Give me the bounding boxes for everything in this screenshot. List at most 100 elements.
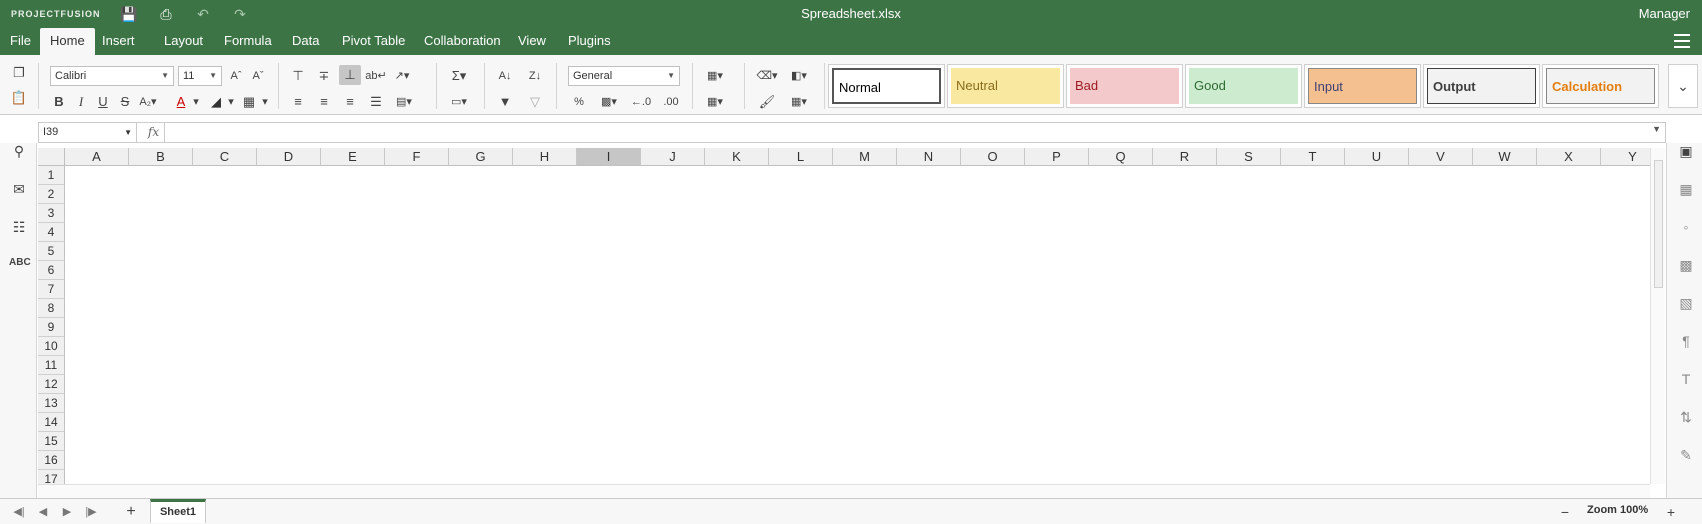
named-ranges-icon[interactable]: ▭▾ bbox=[448, 92, 470, 112]
style-neutral[interactable]: Neutral bbox=[947, 64, 1064, 108]
menu-plugins[interactable]: Plugins bbox=[558, 28, 621, 55]
merge-cells-icon[interactable]: ▤▾ bbox=[393, 92, 415, 112]
copy-style-icon[interactable]: 🖌 bbox=[756, 92, 778, 112]
align-left-icon[interactable]: ≡ bbox=[287, 92, 309, 112]
format-as-table-icon[interactable]: ▦▾ bbox=[788, 92, 810, 112]
style-output[interactable]: Output bbox=[1423, 64, 1540, 108]
sort-ascending-icon[interactable]: A↓ bbox=[494, 66, 516, 86]
column-header[interactable]: J bbox=[641, 148, 705, 166]
clear-filter-icon[interactable]: ▽ bbox=[524, 92, 546, 112]
menu-layout[interactable]: Layout bbox=[154, 28, 213, 55]
style-good[interactable]: Good bbox=[1185, 64, 1302, 108]
row-header[interactable]: 9 bbox=[38, 318, 65, 337]
style-normal[interactable]: Normal bbox=[828, 64, 945, 108]
row-header[interactable]: 7 bbox=[38, 280, 65, 299]
shape-settings-icon[interactable]: ◦ bbox=[1676, 219, 1696, 239]
decrease-decimal-icon[interactable]: ←.0 bbox=[630, 92, 652, 112]
table-settings-icon[interactable]: ▦ bbox=[1676, 181, 1696, 201]
font-color-dropdown-icon[interactable]: ▾ bbox=[185, 92, 207, 112]
column-header[interactable]: T bbox=[1281, 148, 1345, 166]
hamburger-menu-icon[interactable] bbox=[1674, 34, 1690, 48]
user-name[interactable]: Manager bbox=[1639, 6, 1690, 21]
search-icon[interactable]: ⚲ bbox=[9, 143, 29, 163]
font-name-select[interactable]: Calibri ▼ bbox=[50, 66, 174, 86]
clear-icon[interactable]: ⌫▾ bbox=[756, 66, 778, 86]
style-input[interactable]: Input bbox=[1304, 64, 1421, 108]
row-header[interactable]: 14 bbox=[38, 413, 65, 432]
zoom-out-icon[interactable]: − bbox=[1556, 503, 1574, 521]
column-header[interactable]: G bbox=[449, 148, 513, 166]
signature-icon[interactable]: ✎ bbox=[1676, 447, 1696, 467]
column-header[interactable]: K bbox=[705, 148, 769, 166]
chat-icon[interactable]: ☷ bbox=[9, 219, 29, 239]
row-header[interactable]: 16 bbox=[38, 451, 65, 470]
row-header[interactable]: 17 bbox=[38, 470, 65, 484]
text-orientation-icon[interactable]: ↗▾ bbox=[391, 66, 413, 86]
copy-icon[interactable]: ❐ bbox=[8, 63, 30, 83]
column-header[interactable]: F bbox=[385, 148, 449, 166]
underline-icon[interactable]: U bbox=[92, 92, 114, 112]
spellcheck-icon[interactable]: ABC bbox=[9, 257, 31, 277]
row-header[interactable]: 2 bbox=[38, 185, 65, 204]
column-header[interactable]: P bbox=[1025, 148, 1089, 166]
filter-icon[interactable]: ▼ bbox=[494, 92, 516, 112]
text-art-icon[interactable]: T bbox=[1676, 371, 1696, 391]
zoom-in-icon[interactable]: + bbox=[1662, 503, 1680, 521]
insert-function-icon[interactable]: fx bbox=[143, 123, 165, 142]
style-bad[interactable]: Bad bbox=[1066, 64, 1183, 108]
column-header[interactable]: R bbox=[1153, 148, 1217, 166]
insert-cells-icon[interactable]: ▦▾ bbox=[704, 66, 726, 86]
decrease-font-icon[interactable]: Aˇ bbox=[247, 66, 269, 86]
column-header[interactable]: V bbox=[1409, 148, 1473, 166]
menu-view[interactable]: View bbox=[508, 28, 556, 55]
row-header[interactable]: 6 bbox=[38, 261, 65, 280]
menu-home[interactable]: Home bbox=[40, 28, 95, 55]
add-sheet-icon[interactable]: + bbox=[122, 503, 140, 521]
prev-sheet-icon[interactable]: ◀ bbox=[34, 503, 52, 521]
column-header[interactable]: W bbox=[1473, 148, 1537, 166]
row-header[interactable]: 4 bbox=[38, 223, 65, 242]
column-header[interactable]: U bbox=[1345, 148, 1409, 166]
column-header[interactable]: S bbox=[1217, 148, 1281, 166]
font-size-select[interactable]: 11 ▼ bbox=[178, 66, 222, 86]
paragraph-settings-icon[interactable]: ¶ bbox=[1676, 333, 1696, 353]
accounting-icon[interactable]: ▩▾ bbox=[598, 92, 620, 112]
column-header[interactable]: E bbox=[321, 148, 385, 166]
borders-dropdown-icon[interactable]: ▾ bbox=[254, 92, 276, 112]
cell-settings-icon[interactable]: ▣ bbox=[1676, 143, 1696, 163]
row-header[interactable]: 11 bbox=[38, 356, 65, 375]
expand-formula-icon[interactable]: ▼ bbox=[1652, 124, 1661, 134]
percent-icon[interactable]: % bbox=[568, 92, 590, 112]
bold-icon[interactable]: B bbox=[48, 92, 70, 112]
increase-font-icon[interactable]: Aˆ bbox=[225, 66, 247, 86]
align-center-icon[interactable]: ≡ bbox=[313, 92, 335, 112]
row-header[interactable]: 1 bbox=[38, 166, 65, 185]
italic-icon[interactable]: I bbox=[70, 92, 92, 112]
wrap-text-icon[interactable]: ab↵ bbox=[365, 66, 387, 86]
menu-pivot-table[interactable]: Pivot Table bbox=[332, 28, 415, 55]
menu-collaboration[interactable]: Collaboration bbox=[414, 28, 511, 55]
pivot-settings-icon[interactable]: ⇅ bbox=[1676, 409, 1696, 429]
row-header[interactable]: 5 bbox=[38, 242, 65, 261]
last-sheet-icon[interactable]: |▶ bbox=[82, 503, 100, 521]
menu-formula[interactable]: Formula bbox=[214, 28, 282, 55]
row-header[interactable]: 10 bbox=[38, 337, 65, 356]
column-header[interactable]: C bbox=[193, 148, 257, 166]
conditional-format-icon[interactable]: ◧▾ bbox=[788, 66, 810, 86]
delete-cells-icon[interactable]: ▦▾ bbox=[704, 92, 726, 112]
menu-data[interactable]: Data bbox=[282, 28, 329, 55]
column-header[interactable]: I bbox=[577, 148, 641, 166]
row-header[interactable]: 8 bbox=[38, 299, 65, 318]
style-calculation[interactable]: Calculation bbox=[1542, 64, 1659, 108]
paste-icon[interactable]: 📋 bbox=[8, 88, 30, 108]
vertical-scrollbar[interactable] bbox=[1650, 148, 1665, 484]
image-settings-icon[interactable]: ▩ bbox=[1676, 257, 1696, 277]
column-header[interactable]: A bbox=[65, 148, 129, 166]
justify-icon[interactable]: ☰ bbox=[365, 92, 387, 112]
comment-icon[interactable]: ✉ bbox=[9, 181, 29, 201]
select-all-corner[interactable] bbox=[38, 148, 65, 166]
sheet-tab[interactable]: Sheet1 bbox=[150, 499, 206, 523]
styles-more-chevron-icon[interactable]: ⌄ bbox=[1668, 64, 1698, 108]
row-header[interactable]: 13 bbox=[38, 394, 65, 413]
column-header[interactable]: O bbox=[961, 148, 1025, 166]
